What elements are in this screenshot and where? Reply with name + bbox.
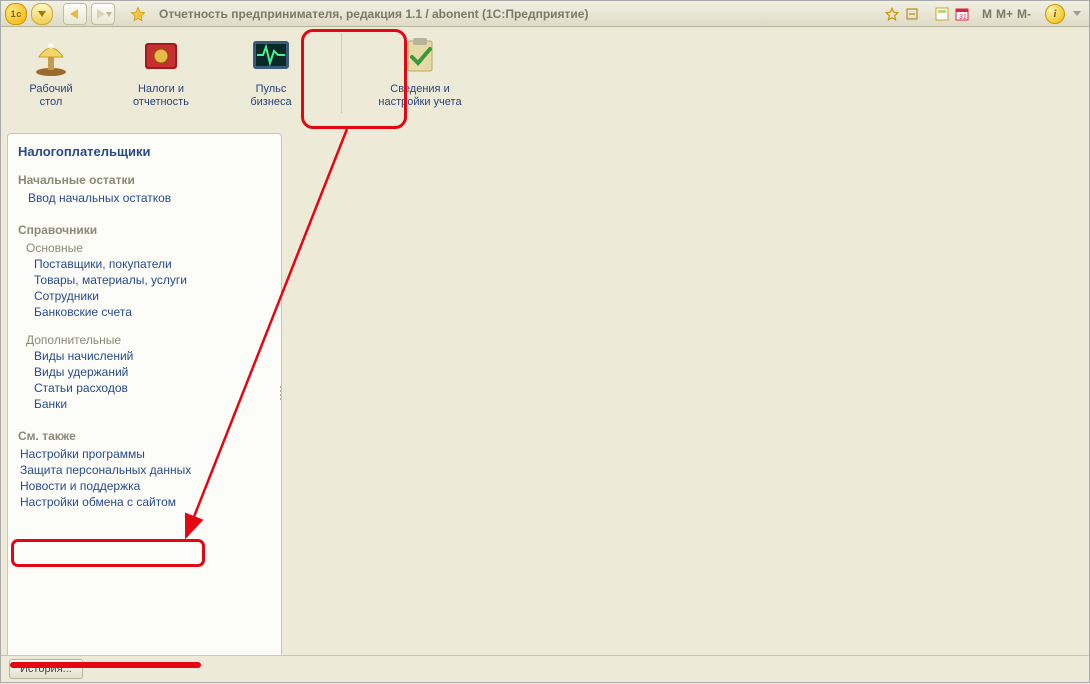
section-label-l2: настройки учета <box>378 96 461 109</box>
calendar-icon[interactable]: 31 <box>954 6 970 22</box>
history-button[interactable]: История... <box>9 659 83 679</box>
sidebar-link-expense-items[interactable]: Статьи расходов <box>34 381 279 395</box>
bottom-bar: История... <box>1 655 1089 682</box>
svg-text:31: 31 <box>959 14 967 21</box>
section-label-l2: бизнеса <box>250 96 291 109</box>
sidebar-link-program-settings[interactable]: Настройки программы <box>20 447 279 461</box>
section-label: Налоги и <box>138 83 184 96</box>
link-icon[interactable] <box>904 6 920 22</box>
section-pulse[interactable]: Пульс бизнеса <box>231 33 311 109</box>
sidebar-group: См. также <box>18 429 279 443</box>
section-bar: Рабочий стол Налоги и отчетность Пульс б… <box>1 27 1089 131</box>
favorite-small-icon[interactable] <box>884 6 900 22</box>
pulse-monitor-icon <box>249 33 293 77</box>
m-plus-button[interactable]: M+ <box>996 7 1013 21</box>
favorite-star-icon[interactable] <box>127 4 149 24</box>
back-button[interactable] <box>63 3 87 25</box>
sidebar-link-deduction-types[interactable]: Виды удержаний <box>34 365 279 379</box>
sidebar-subgroup: Дополнительные <box>26 333 279 347</box>
window-title: Отчетность предпринимателя, редакция 1.1… <box>159 7 588 21</box>
section-label-l2: отчетность <box>133 96 189 109</box>
sidebar-link-bank-accounts[interactable]: Банковские счета <box>34 305 279 319</box>
section-label: Сведения и <box>390 83 449 96</box>
section-label: Рабочий <box>29 83 72 96</box>
section-desktop[interactable]: Рабочий стол <box>11 33 91 109</box>
book-icon <box>139 33 183 77</box>
m-button[interactable]: M <box>982 7 992 21</box>
forward-button[interactable] <box>91 3 115 25</box>
sidebar-link-personal-data[interactable]: Защита персональных данных <box>20 463 279 477</box>
sidebar-link-initial-balances[interactable]: Ввод начальных остатков <box>28 191 279 205</box>
sidebar-link-site-exchange[interactable]: Настройки обмена с сайтом <box>20 495 279 509</box>
desktop-lamp-icon <box>29 33 73 77</box>
dropdown-icon[interactable] <box>31 3 53 25</box>
info-icon[interactable]: i <box>1045 4 1065 24</box>
workspace: Налогоплательщики Начальные остатки Ввод… <box>1 131 1089 663</box>
sidebar-link-banks[interactable]: Банки <box>34 397 279 411</box>
clipboard-check-icon <box>398 33 442 77</box>
content-area <box>282 131 1089 663</box>
sidebar-link-suppliers[interactable]: Поставщики, покупатели <box>34 257 279 271</box>
titlebar: 1 c Отчетность предпринимателя, редакция… <box>1 1 1089 27</box>
sidebar-link-goods[interactable]: Товары, материалы, услуги <box>34 273 279 287</box>
sidebar-link-accrual-types[interactable]: Виды начислений <box>34 349 279 363</box>
section-label-l2: стол <box>40 96 63 109</box>
panel-dropdown-icon[interactable] <box>1069 6 1085 22</box>
m-minus-button[interactable]: M- <box>1017 7 1031 21</box>
sidebar-group: Справочники <box>18 223 279 237</box>
calc-icon[interactable] <box>934 6 950 22</box>
navigation-sidebar: Налогоплательщики Начальные остатки Ввод… <box>7 133 282 661</box>
sidebar-subgroup: Основные <box>26 241 279 255</box>
section-separator <box>341 33 342 113</box>
section-settings[interactable]: Сведения и настройки учета <box>372 33 468 109</box>
sidebar-link-employees[interactable]: Сотрудники <box>34 289 279 303</box>
sidebar-group: Начальные остатки <box>18 173 279 187</box>
section-taxes[interactable]: Налоги и отчетность <box>121 33 201 109</box>
app-logo-icon[interactable]: 1 c <box>5 3 27 25</box>
sidebar-title-link[interactable]: Налогоплательщики <box>18 144 279 159</box>
section-label: Пульс <box>256 83 287 96</box>
sidebar-link-news-support[interactable]: Новости и поддержка <box>20 479 279 493</box>
